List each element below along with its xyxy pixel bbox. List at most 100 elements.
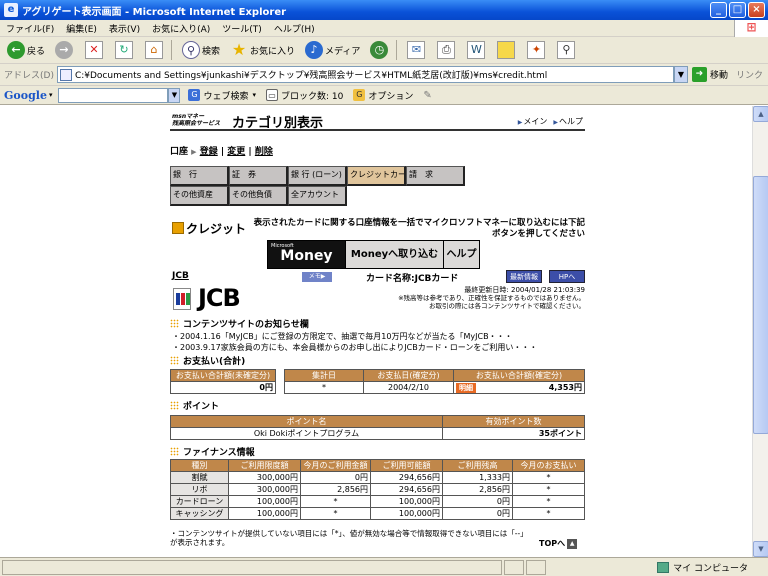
scroll-up-button[interactable]: ▲	[753, 106, 768, 122]
forward-button[interactable]: →	[52, 39, 78, 61]
go-arrow-icon: ➜	[691, 67, 707, 82]
menu-file[interactable]: ファイル(F)	[0, 22, 60, 35]
menu-view[interactable]: 表示(V)	[103, 22, 146, 35]
news-item[interactable]: ・2004.1.16「MyJCB」にご登録の方限定で、抽選で毎月10万円などが当…	[172, 331, 585, 342]
back-to-top-link[interactable]: TOPへ ▲	[539, 538, 578, 549]
help-button[interactable]: ヘルプ	[443, 241, 479, 268]
stop-icon: ✕	[85, 41, 104, 59]
research-button[interactable]: ⚲	[554, 39, 580, 61]
close-button[interactable]: ×	[748, 2, 765, 18]
media-button[interactable]: ♪ メディア	[302, 39, 363, 61]
scroll-down-button[interactable]: ▼	[753, 541, 768, 557]
table-cell: *	[512, 471, 585, 484]
back-button[interactable]: ← 戻る	[4, 39, 48, 61]
latest-info-button[interactable]: 最新情報	[506, 270, 542, 283]
footnote: ・コンテンツサイトが提供していない項目には「*」、値が無効な場合等で情報取得でき…	[170, 529, 528, 547]
menu-help[interactable]: ヘルプ(H)	[268, 22, 321, 35]
tab-bank[interactable]: 銀 行	[170, 166, 229, 186]
stop-button[interactable]: ✕	[82, 39, 108, 61]
tab-bank-loan[interactable]: 銀 行 (ローン)	[288, 166, 347, 186]
homepage-button[interactable]: HPへ	[549, 270, 585, 283]
refresh-button[interactable]: ↻	[112, 39, 138, 61]
tab-securities[interactable]: 証 券	[229, 166, 288, 186]
table-header: 集計日	[284, 369, 364, 382]
links-button[interactable]: リンク	[736, 68, 763, 81]
address-dropdown[interactable]: ▼	[673, 66, 688, 83]
history-button[interactable]: ◷	[367, 39, 393, 61]
windows-logo-icon: ⊞	[734, 20, 768, 37]
options-button[interactable]: G オプション	[353, 89, 413, 102]
page-icon	[59, 68, 72, 81]
search-label: 検索	[202, 46, 221, 57]
tab-billing[interactable]: 請 求	[406, 166, 465, 186]
status-text-pane	[2, 559, 502, 575]
vertical-scrollbar[interactable]: ▲ ▼	[752, 106, 768, 557]
search-icon: ⚲	[182, 41, 201, 59]
printer-icon: ⎙	[437, 41, 456, 59]
table-header: 今月のお支払い	[512, 459, 585, 472]
highlight-pen-icon[interactable]: ✎	[423, 90, 431, 101]
minimize-button[interactable]: _	[710, 2, 727, 18]
google-search-dropdown[interactable]: ▼	[168, 87, 181, 103]
tab-all-accounts[interactable]: 全アカウント	[288, 186, 347, 206]
favorites-button[interactable]: ★ お気に入り	[227, 39, 298, 61]
account-label: 口座	[170, 147, 189, 157]
news-item[interactable]: ・2003.9.17家族会員の方にも、本会員様からのお申し出によりJCBカード・…	[172, 342, 585, 353]
tab-other-assets[interactable]: その他資産	[170, 186, 229, 206]
search-button[interactable]: ⚲ 検索	[179, 39, 223, 61]
change-link[interactable]: 変更	[227, 147, 245, 157]
maximize-button[interactable]: □	[729, 2, 746, 18]
delete-link[interactable]: 削除	[255, 147, 273, 157]
triangle-icon: ▶	[191, 148, 197, 156]
media-icon: ♪	[305, 41, 324, 59]
menu-favorites[interactable]: お気に入り(A)	[146, 22, 216, 35]
address-label: アドレス(D)	[4, 71, 54, 81]
memo-button[interactable]: メモ▶	[302, 272, 332, 282]
google-logo[interactable]: Google	[4, 89, 47, 102]
go-label: 移動	[709, 71, 728, 81]
finance-type: 割賦	[170, 471, 229, 484]
main-link[interactable]: メイン	[518, 116, 547, 127]
points-heading: ポイント	[170, 399, 219, 412]
popup-blocker-button[interactable]: ▭ ブロック数: 10	[265, 89, 344, 102]
address-bar: アドレス(D) C:¥Documents and Settings¥junkas…	[0, 64, 768, 86]
details-button[interactable]: 明細	[456, 383, 476, 393]
card-short-name[interactable]: JCB	[172, 271, 189, 281]
menu-edit[interactable]: 編集(E)	[60, 22, 103, 35]
table-cell: 2,856円	[442, 483, 513, 496]
blocked-count: ブロック数: 10	[280, 91, 344, 102]
microsoft-money-logo[interactable]: Microsoft Money	[268, 241, 345, 268]
table-header: お支払い合計額(未確定分)	[170, 369, 276, 382]
options-label: オプション	[368, 91, 414, 102]
web-search-button[interactable]: G ウェブ検索 ▾	[188, 89, 256, 102]
help-link[interactable]: ヘルプ	[553, 116, 583, 127]
table-header: お支払い合計額(確定分)	[453, 369, 585, 382]
card-name: カード名称:JCBカード	[366, 274, 459, 284]
tab-other-liabilities[interactable]: その他負債	[229, 186, 288, 206]
edit-button[interactable]: W	[464, 39, 490, 61]
table-cell: 294,656円	[370, 483, 443, 496]
mail-button[interactable]: ✉	[404, 39, 430, 61]
google-search-input[interactable]	[58, 87, 169, 103]
address-input[interactable]: C:¥Documents and Settings¥junkashi¥デスクトッ…	[56, 66, 674, 83]
address-url: C:¥Documents and Settings¥junkashi¥デスクトッ…	[74, 71, 548, 81]
point-program-name: Oki Dokiポイントプログラム	[170, 427, 443, 440]
home-button[interactable]: ⌂	[142, 39, 168, 61]
unconfirmed-amount: 0円	[170, 381, 276, 394]
go-button[interactable]: ➜ 移動	[691, 67, 728, 82]
status-pane	[526, 559, 546, 575]
table-cell: 100,000円	[370, 495, 443, 508]
register-link[interactable]: 登録	[200, 147, 218, 157]
menu-tools[interactable]: ツール(T)	[216, 22, 268, 35]
scroll-thumb[interactable]	[753, 176, 768, 434]
messenger-button[interactable]: ✦	[524, 39, 550, 61]
table-cell: 2,856円	[300, 483, 371, 496]
import-to-money-button[interactable]: Moneyへ取り込む	[345, 241, 443, 268]
discuss-button[interactable]	[494, 39, 520, 61]
tab-credit-card[interactable]: クレジットカード	[347, 166, 406, 186]
print-button[interactable]: ⎙	[434, 39, 460, 61]
edit-icon: W	[467, 41, 486, 59]
section-dots-icon	[170, 319, 179, 328]
google-menu-arrow[interactable]: ▾	[49, 91, 53, 99]
status-pane	[504, 559, 524, 575]
